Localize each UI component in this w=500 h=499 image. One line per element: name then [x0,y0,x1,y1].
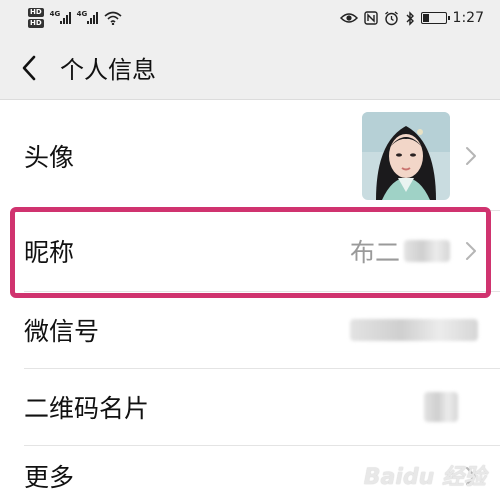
row-nickname-label: 昵称 [24,238,75,267]
signal-icon-2: 4G [76,10,98,24]
watermark-text: Baidu 经验 [363,465,486,490]
row-wechat-id-label: 微信号 [24,317,100,346]
row-wechat-id[interactable]: 微信号 [0,292,500,368]
wifi-icon [104,11,122,25]
chevron-right-icon [466,146,476,165]
status-left: HD HD 4G 4G [28,8,122,28]
avatar[interactable] [362,111,450,200]
bluetooth-icon [406,10,414,26]
row-nickname-right: 布二 [350,211,478,291]
signal-icon-1: 4G [49,10,71,24]
status-bar: HD HD 4G 4G 1:27 [0,0,500,36]
page-title: 个人信息 [60,56,156,84]
status-right: 1:27 [339,10,484,26]
personal-info-screen: HD HD 4G 4G 1:27 个人信息 头像 昵称 布二 微信号 二维码名片… [0,0,500,499]
nickname-value: 布二 [350,233,450,269]
row-qr-card-label: 二维码名片 [24,394,150,423]
network-type-2: 4G [76,10,88,18]
eye-icon [339,13,358,23]
nfc-icon [363,11,378,25]
clock-time: 1:27 [452,10,484,26]
row-nickname[interactable]: 昵称 布二 [0,211,500,291]
alarm-icon [384,10,398,25]
back-button[interactable] [6,36,52,100]
row-more-label: 更多 [24,463,75,492]
qr-code-blurred [424,392,458,422]
row-qr-card-right [424,369,478,445]
row-wechat-id-right [350,292,478,368]
nickname-blurred [404,240,450,262]
title-bar: 个人信息 [0,36,500,100]
row-qr-card[interactable]: 二维码名片 [0,369,500,445]
battery-icon [420,12,450,24]
hd-badge: HD HD [28,8,44,28]
row-avatar-label: 头像 [24,142,75,172]
row-avatar[interactable]: 头像 [0,101,500,210]
network-type-1: 4G [49,10,61,18]
wechat-id-blurred [350,319,478,341]
nickname-value-text: 布二 [349,238,400,267]
baidu-watermark: Baidu 经验 [364,459,486,491]
row-avatar-right [362,101,478,210]
chevron-right-icon [466,242,476,260]
hd-badge-1: HD [28,8,44,17]
battery-level [422,14,430,22]
hd-badge-2: HD [28,19,44,28]
chevron-left-icon [22,55,36,80]
